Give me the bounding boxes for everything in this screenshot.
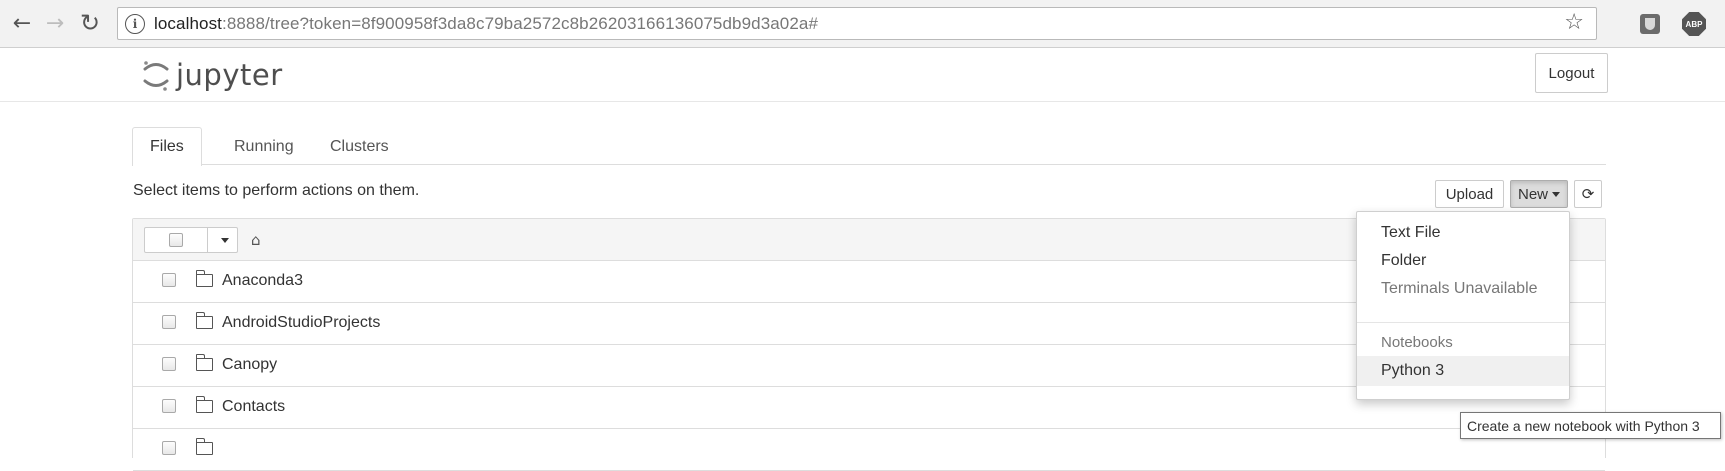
- select-all-group[interactable]: [144, 227, 238, 253]
- tab-running[interactable]: Running: [216, 127, 312, 165]
- url-host: localhost: [154, 13, 222, 33]
- selection-message: Select items to perform actions on them.: [133, 182, 420, 199]
- main-tabs: Files Running Clusters: [132, 127, 1606, 166]
- file-name-link[interactable]: Contacts: [222, 398, 285, 416]
- jupyter-logo-icon: [143, 61, 169, 91]
- reload-icon[interactable]: ↻: [76, 9, 104, 37]
- logout-button[interactable]: Logout: [1535, 53, 1608, 93]
- tab-clusters[interactable]: Clusters: [312, 127, 407, 165]
- jupyter-header: jupyter Logout: [0, 48, 1725, 102]
- folder-icon: [195, 354, 213, 371]
- adblock-icon[interactable]: ABP: [1682, 12, 1706, 36]
- refresh-icon: ⟳: [1581, 185, 1595, 203]
- bookmark-star-icon[interactable]: ☆: [1564, 10, 1584, 35]
- forward-icon[interactable]: →: [41, 9, 69, 37]
- info-icon[interactable]: i: [125, 13, 145, 34]
- row-checkbox[interactable]: [162, 441, 176, 455]
- select-dropdown-toggle[interactable]: [208, 228, 237, 252]
- extension-shield-icon[interactable]: [1640, 14, 1660, 34]
- back-icon[interactable]: ←: [8, 9, 36, 37]
- list-item[interactable]: [133, 429, 1605, 471]
- folder-icon: [195, 270, 213, 287]
- new-button-label: New: [1517, 185, 1548, 203]
- row-checkbox[interactable]: [162, 399, 176, 413]
- folder-icon: [195, 396, 213, 413]
- file-name-link[interactable]: Anaconda3: [222, 272, 303, 290]
- caret-down-icon: [1552, 191, 1560, 197]
- home-icon[interactable]: ⌂: [251, 231, 261, 249]
- folder-icon: [195, 438, 213, 455]
- address-bar[interactable]: i localhost:8888/tree?token=8f900958f3da…: [117, 7, 1597, 40]
- menu-item-terminals-unavailable: Terminals Unavailable: [1381, 280, 1538, 297]
- url-text[interactable]: localhost:8888/tree?token=8f900958f3da8c…: [154, 14, 818, 34]
- file-name-link[interactable]: AndroidStudioProjects: [222, 314, 380, 332]
- upload-button[interactable]: Upload: [1435, 180, 1504, 208]
- tab-files[interactable]: Files: [132, 127, 202, 166]
- select-all-checkbox-area[interactable]: [145, 228, 208, 252]
- new-button[interactable]: New: [1510, 180, 1568, 208]
- row-checkbox[interactable]: [162, 357, 176, 371]
- menu-divider: [1357, 322, 1569, 323]
- new-dropdown-menu: Text File Folder Terminals Unavailable N…: [1356, 211, 1570, 400]
- row-checkbox[interactable]: [162, 273, 176, 287]
- folder-icon: [195, 312, 213, 329]
- row-checkbox[interactable]: [162, 315, 176, 329]
- menu-item-text-file[interactable]: Text File: [1357, 218, 1569, 248]
- tooltip: Create a new notebook with Python 3: [1460, 412, 1721, 439]
- browser-toolbar: ← → ↻ i localhost:8888/tree?token=8f9009…: [0, 0, 1725, 48]
- select-all-checkbox[interactable]: [169, 233, 183, 247]
- jupyter-logo[interactable]: jupyter: [142, 58, 283, 92]
- menu-item-python3[interactable]: Python 3: [1357, 356, 1569, 386]
- menu-section-notebooks: Notebooks: [1381, 333, 1453, 351]
- refresh-button[interactable]: ⟳: [1574, 180, 1602, 208]
- caret-down-icon: [220, 237, 229, 243]
- file-name-link[interactable]: Canopy: [222, 356, 277, 374]
- url-path: :8888/tree?token=8f900958f3da8c79ba2572c…: [222, 13, 819, 33]
- jupyter-logo-text: jupyter: [176, 58, 283, 92]
- menu-item-folder[interactable]: Folder: [1357, 246, 1569, 276]
